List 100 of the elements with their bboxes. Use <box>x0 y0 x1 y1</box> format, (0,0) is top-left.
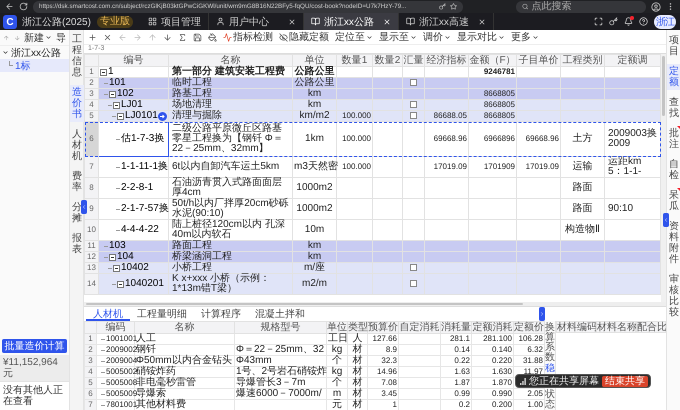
row-number: 8 <box>84 178 98 198</box>
batch-calc-button[interactable]: 批量造价计算 <box>2 339 67 353</box>
table-cell: 1.870 <box>472 378 514 388</box>
avatar[interactable]: 浙江 <box>654 14 676 28</box>
table-row[interactable]: 6 估1-7-3换 二级公路平原微丘区路基零星工程换为【钢钎 Φ＝22－25mm、32mm】 1km 100.000 69668.96 6966896 69668.96 土方 2009003换2009 <box>84 122 660 156</box>
key-icon[interactable] <box>609 17 618 26</box>
bell-icon[interactable] <box>624 17 633 26</box>
delete-icon[interactable] <box>103 32 112 42</box>
sidebar-tab[interactable]: 资料附件 <box>667 219 680 267</box>
table-row[interactable]: 4 LJ01 场地清理 km 8668805 <box>84 100 660 110</box>
row-number: 2 <box>84 344 96 356</box>
sidebar-tab[interactable]: 自检 <box>667 157 680 183</box>
toolbar-button[interactable]: 新建 <box>24 30 52 44</box>
collapse-handle[interactable] <box>81 200 87 214</box>
table-row[interactable]: 13 10402 小桥工程 m/座 <box>84 262 660 274</box>
table-row[interactable]: 5 LJ0101 清理与掘除 km/m2 100.000 86688.05 8668805 <box>84 110 660 122</box>
table-row[interactable]: 2 101 临时工程 公路公里 <box>84 78 660 88</box>
help-icon[interactable] <box>639 17 648 26</box>
collapse-icon[interactable] <box>109 90 116 98</box>
tree-item[interactable]: 浙江xx公路 <box>0 46 69 59</box>
collapse-icon[interactable] <box>109 254 116 260</box>
sidebar-tab[interactable]: 呆瓜 <box>667 188 680 214</box>
arrow-circle-icon[interactable] <box>158 112 167 121</box>
column-header: 工程类别 <box>560 54 604 66</box>
side-tab[interactable]: 状态 <box>545 390 555 410</box>
row-number: 13 <box>84 262 98 274</box>
toolbar-button[interactable]: 定位至 <box>335 30 373 44</box>
sidebar-tab[interactable]: 审核比较 <box>667 272 680 320</box>
material-code: 5005009 <box>106 389 138 398</box>
expand-handle[interactable] <box>539 307 545 321</box>
sidebar-tab[interactable]: 项目 <box>667 33 680 59</box>
caret-icon[interactable] <box>2 49 9 56</box>
row-number: 3 <box>84 356 96 366</box>
detail-tab[interactable]: 混凝土拌和 <box>248 307 312 321</box>
toolbar-button[interactable]: 调价 <box>423 30 451 44</box>
app-tab[interactable]: 浙江xx公路 <box>304 13 399 30</box>
nav-tab[interactable]: 费率 <box>70 169 84 195</box>
search-input[interactable]: 点此搜索 <box>531 0 640 12</box>
tree-item[interactable]: 1标 <box>0 59 69 72</box>
collapse-icon[interactable] <box>100 68 107 76</box>
toolbar-button[interactable]: 显示对比 <box>457 30 505 44</box>
material-code: 2009004 <box>106 356 138 366</box>
sidebar-tab[interactable]: 批注 <box>667 126 680 152</box>
close-icon[interactable] <box>288 18 296 26</box>
close-icon[interactable] <box>478 18 486 26</box>
table-row[interactable]: 8 2-2-8-1 石油沥青贯入式路面面层厚4cm 1000m2 路面 <box>84 178 660 198</box>
item-code: 103 <box>109 241 126 251</box>
fullscreen-icon[interactable] <box>594 17 603 26</box>
checkbox[interactable] <box>410 112 417 119</box>
toolbar-button[interactable]: 指标检测 <box>223 30 273 44</box>
row-number: 7 <box>84 156 98 178</box>
toolbar-button[interactable]: 导 <box>56 30 66 44</box>
table-cell: 0.220 <box>472 356 514 366</box>
nav-tab[interactable]: 分摊 <box>70 200 84 226</box>
table-row[interactable]: 3 102 路基工程 km 8668805 <box>84 88 660 100</box>
table-row[interactable]: 10 4-4-4-22 陆上桩径120cm以内 孔深40m以内软石 10m 构造物Ⅱ <box>84 220 660 240</box>
checkbox[interactable] <box>410 264 417 271</box>
paint-bucket-icon[interactable] <box>208 32 217 42</box>
collapse-icon[interactable] <box>113 102 120 108</box>
checkbox[interactable] <box>410 78 417 86</box>
nav-tab[interactable]: 造价书 <box>70 85 84 122</box>
nav-tab[interactable]: 人材机 <box>70 127 84 164</box>
profile-icon[interactable] <box>651 2 661 12</box>
search-field[interactable]: 点此搜索 <box>516 0 646 12</box>
collapse-icon[interactable] <box>117 112 124 120</box>
arrow-down-icon[interactable] <box>163 32 172 42</box>
column-header: 自定消耗 <box>398 322 440 334</box>
toolbar-button[interactable]: 更多 <box>511 30 539 44</box>
logo: C <box>3 15 17 29</box>
stop-sharing-button[interactable]: 结束共享 <box>602 376 648 386</box>
detail-tab[interactable]: 计算程序 <box>194 307 248 321</box>
sum-icon[interactable] <box>178 32 187 42</box>
reload-icon[interactable] <box>19 2 28 11</box>
collapse-icon[interactable] <box>113 264 120 272</box>
back-icon[interactable] <box>5 2 14 11</box>
sidebar-tab[interactable]: 查找 <box>667 95 680 121</box>
close-icon[interactable] <box>382 18 391 26</box>
table-row[interactable]: 11 103 路面工程 km <box>84 240 660 252</box>
collapse-icon[interactable] <box>117 280 124 288</box>
toolbar-button[interactable]: 显示至 <box>379 30 417 44</box>
star-icon[interactable] <box>450 3 457 10</box>
table-row[interactable]: 12 104 桥梁涵洞工程 km <box>84 252 660 262</box>
vertical-scrollbar[interactable] <box>661 54 666 302</box>
nav-tab[interactable]: 报表 <box>70 231 84 257</box>
share-message: 您正在共享屏幕 <box>529 374 599 388</box>
table-cell: 281.100 <box>472 334 514 344</box>
side-tab[interactable]: 换算系数 <box>545 323 555 363</box>
toolbar-button[interactable]: 隐藏定额 <box>279 30 329 44</box>
sidebar-tab[interactable]: 定额 <box>667 64 680 90</box>
nav-tab[interactable]: 工程信息 <box>70 32 84 80</box>
add-icon[interactable] <box>88 32 97 42</box>
item-code: 10402 <box>121 263 149 273</box>
table-row[interactable]: 1 1 第一部分 建筑安装工程费 公路公里 9246781 <box>84 66 660 78</box>
save-icon[interactable] <box>193 32 202 42</box>
book-icon <box>406 17 415 26</box>
checkbox[interactable] <box>410 100 417 108</box>
checkbox[interactable] <box>410 280 417 287</box>
horizontal-scrollbar[interactable] <box>84 302 666 306</box>
detail-tab[interactable]: 工程量明细 <box>130 307 194 321</box>
collapse-handle[interactable] <box>663 213 669 227</box>
